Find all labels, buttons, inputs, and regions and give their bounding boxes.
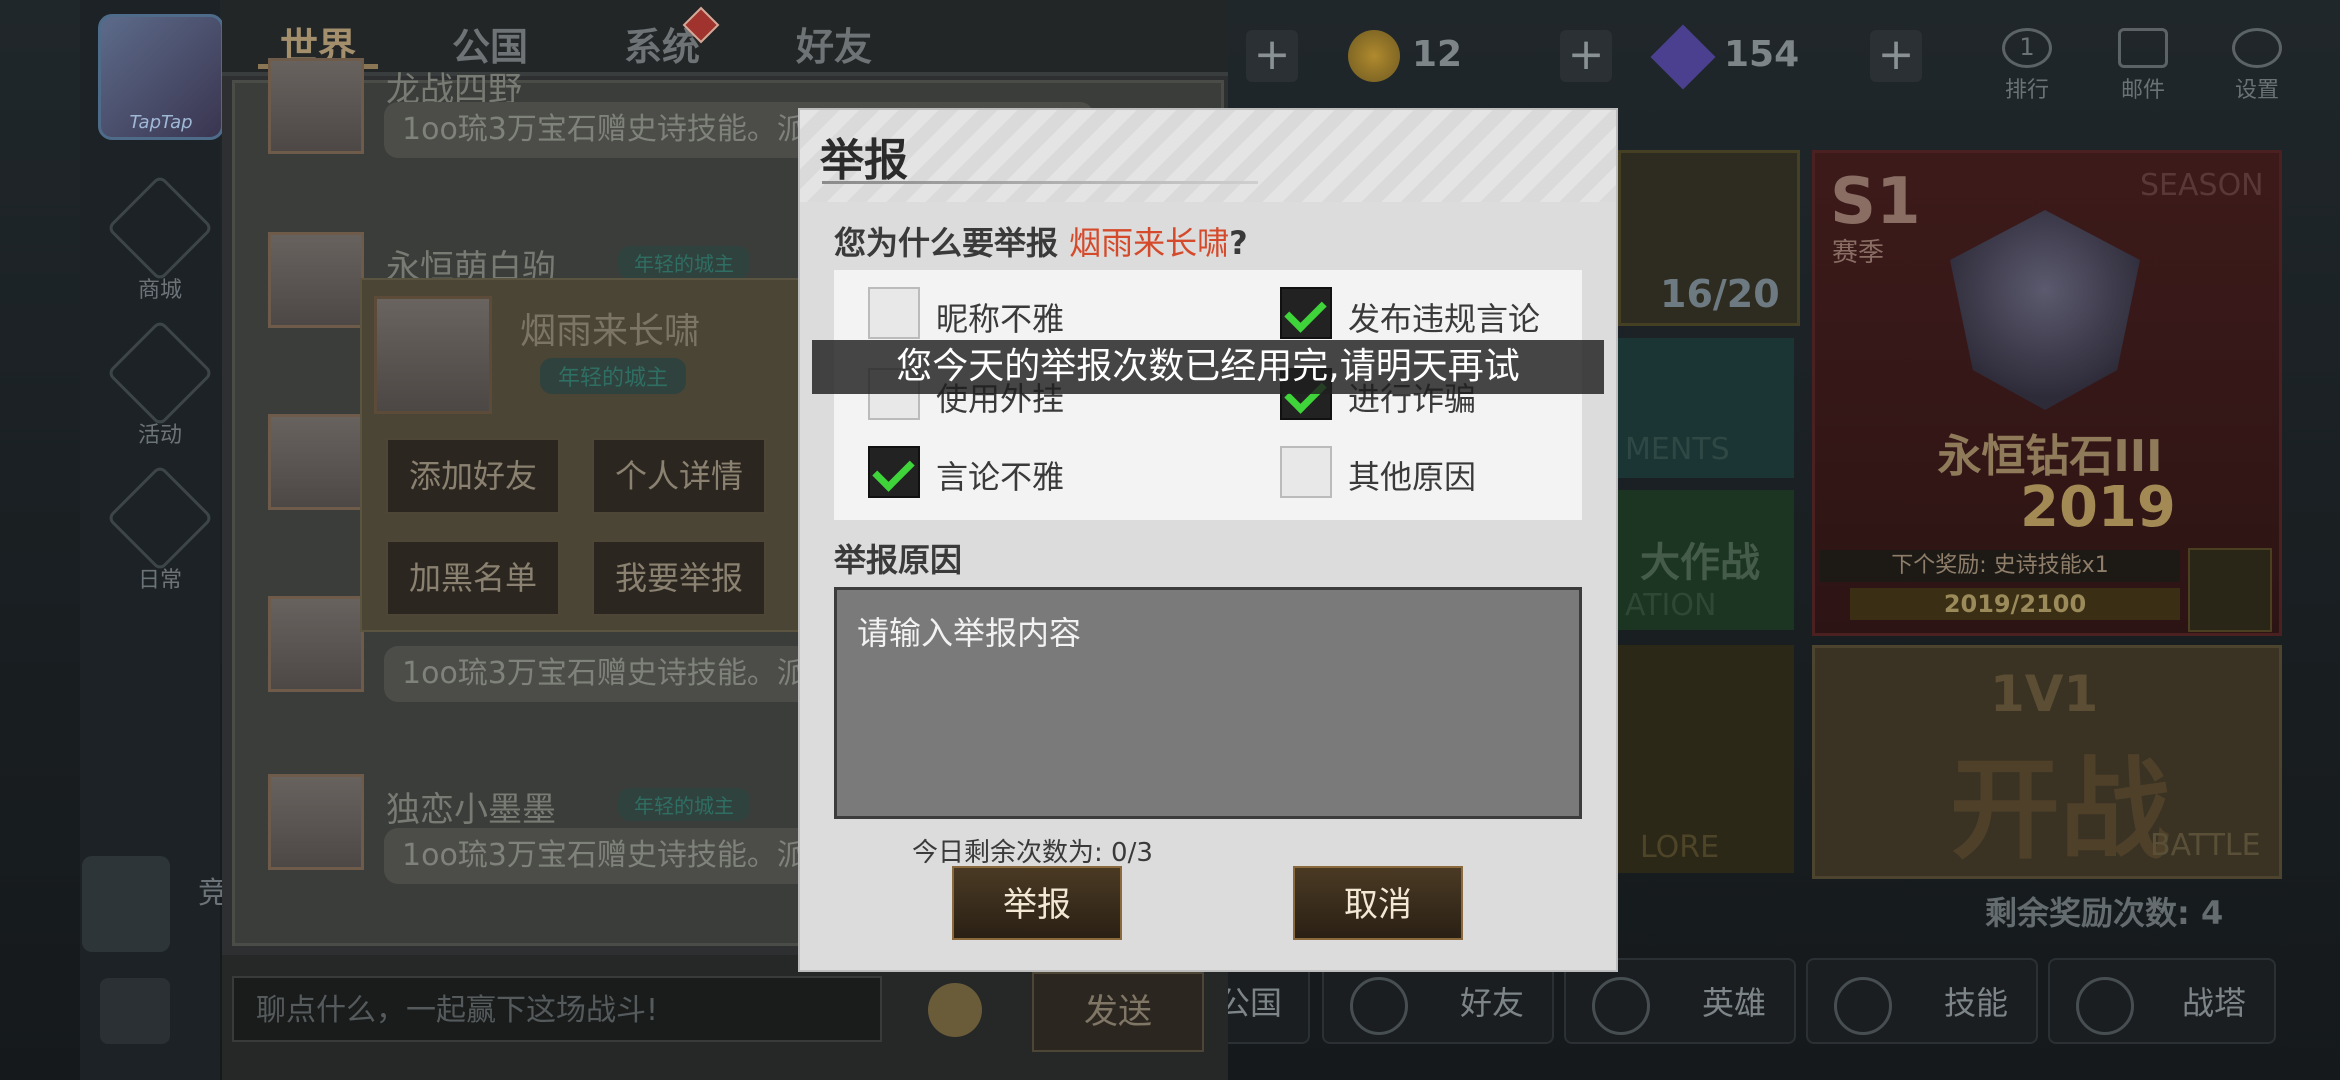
message-avatar[interactable] <box>268 414 364 510</box>
mail-icon <box>2118 28 2168 68</box>
dialog-title: 举报 <box>820 135 908 186</box>
profile-details-button[interactable]: 个人详情 <box>592 438 766 514</box>
emoji-icon[interactable] <box>928 983 982 1037</box>
tab-friends-label: 好友 <box>1459 984 1524 1022</box>
title-badge: 年轻的城主 <box>618 246 750 279</box>
message-avatar[interactable] <box>268 774 364 870</box>
chest-count: 16/20 <box>1660 272 1780 316</box>
avatar-tag: TapTap <box>129 112 193 133</box>
question-prefix: 您为什么要举报 <box>834 224 1059 262</box>
events-icon <box>106 319 214 427</box>
toast-message: 您今天的举报次数已经用完,请明天再试 <box>812 340 1604 394</box>
shop-icon <box>106 174 214 282</box>
add-gems-button[interactable]: + <box>1870 30 1922 82</box>
skills-icon <box>1834 977 1892 1035</box>
tab-towers[interactable]: 战塔 <box>2048 958 2276 1044</box>
next-reward: 下个奖励: 史诗技能x1 <box>1820 550 2180 582</box>
gem-count: 154 <box>1724 34 1800 75</box>
mail-button[interactable]: 邮件 <box>2108 28 2178 104</box>
tab-friends[interactable]: 好友 <box>1322 958 1554 1044</box>
reason-label: 其他原因 <box>1348 458 1477 496</box>
battle-start-text: 开战 <box>1950 746 2170 874</box>
send-button[interactable]: 发送 <box>1032 972 1204 1052</box>
coin-count: 12 <box>1412 34 1463 75</box>
tab-towers-label: 战塔 <box>2181 984 2246 1022</box>
popup-title-badge: 年轻的城主 <box>540 358 687 394</box>
ranking-icon: 1 <box>2002 28 2052 68</box>
popup-avatar <box>374 296 492 414</box>
rank-score: 2019 <box>2020 475 2176 540</box>
cancel-button[interactable]: 取消 <box>1293 866 1463 940</box>
helmet-icon <box>1592 977 1650 1035</box>
report-question: 您为什么要举报 烟雨来长啸? <box>834 218 1248 264</box>
reason-label: 言论不雅 <box>936 458 1065 496</box>
message-sender: 独恋小墨墨 <box>386 790 556 830</box>
checkbox-nickname[interactable] <box>868 287 920 339</box>
remaining-rewards: 剩余奖励次数: 4 <box>1985 894 2224 932</box>
calendar-icon <box>106 464 214 572</box>
battle-event-title: 大作战 <box>1640 540 1760 586</box>
checkbox-other[interactable] <box>1280 446 1332 498</box>
player-avatar[interactable]: TapTap <box>98 14 224 140</box>
settings-label: 设置 <box>2234 78 2279 103</box>
ranking-label: 排行 <box>2004 78 2049 103</box>
reason-section-title: 举报原因 <box>834 541 963 579</box>
battle-mode: 1V1 <box>1990 665 2099 723</box>
title-divider <box>822 181 1258 184</box>
dialog-header <box>800 110 1616 202</box>
reason-label: 发布违规言论 <box>1348 300 1541 338</box>
reward-progress: 2019/2100 <box>1850 588 2180 620</box>
message-avatar[interactable] <box>268 596 364 692</box>
tower-icon <box>2076 977 2134 1035</box>
checkbox-illegal-speech[interactable] <box>1280 287 1332 339</box>
nav-events[interactable]: 活动 <box>105 319 215 449</box>
tab-skills-label: 技能 <box>1943 984 2008 1022</box>
ranking-button[interactable]: 1 排行 <box>1992 28 2062 104</box>
reported-player-name: 烟雨来长啸 <box>1069 224 1230 262</box>
battle-word: BATTLE <box>2150 828 2261 863</box>
question-suffix: ? <box>1229 224 1248 262</box>
tab-heroes[interactable]: 英雄 <box>1564 958 1796 1044</box>
report-player-button[interactable]: 我要举报 <box>592 540 766 616</box>
lore-label: LORE <box>1640 830 1720 865</box>
settings-button[interactable]: 设置 <box>2222 28 2292 104</box>
blacklist-button[interactable]: 加黑名单 <box>386 540 560 616</box>
add-coins-button[interactable]: + <box>1560 30 1612 82</box>
nav-daily[interactable]: 日常 <box>105 464 215 594</box>
tab-heroes-label: 英雄 <box>1701 984 1766 1022</box>
chat-input[interactable]: 聊点什么，一起赢下这场战斗! <box>232 976 882 1042</box>
reward-card-icon[interactable] <box>2188 548 2272 632</box>
mail-label: 邮件 <box>2120 78 2165 103</box>
report-content-input[interactable]: 请输入举报内容 <box>834 587 1582 819</box>
remaining-count: 今日剩余次数为: 0/3 <box>912 838 1153 868</box>
report-submit-button[interactable]: 举报 <box>952 866 1122 940</box>
season-word: SEASON <box>2140 168 2264 203</box>
gear-icon <box>2232 28 2282 68</box>
message-avatar[interactable] <box>268 58 364 154</box>
tab-friends-chat[interactable]: 好友 <box>796 16 872 71</box>
ments-label: MENTS <box>1625 432 1730 467</box>
season-label: S1 <box>1830 165 1921 239</box>
add-friend-button[interactable]: 添加好友 <box>386 438 560 514</box>
chat-bubble-icon[interactable] <box>100 978 170 1044</box>
friends-icon <box>1350 977 1408 1035</box>
season-sub: 赛季 <box>1832 238 1885 268</box>
checkbox-offensive-speech[interactable] <box>868 446 920 498</box>
reason-label: 昵称不雅 <box>936 300 1065 338</box>
coin-icon <box>1348 30 1400 82</box>
tab-skills[interactable]: 技能 <box>1806 958 2038 1044</box>
guild-shield-button[interactable] <box>82 856 170 952</box>
popup-player-name: 烟雨来长啸 <box>520 311 701 352</box>
ation-label: ATION <box>1625 588 1717 623</box>
title-badge: 年轻的城主 <box>618 788 750 821</box>
message-avatar[interactable] <box>268 232 364 328</box>
add-button-1[interactable]: + <box>1246 30 1298 82</box>
nav-shop[interactable]: 商城 <box>105 174 215 304</box>
